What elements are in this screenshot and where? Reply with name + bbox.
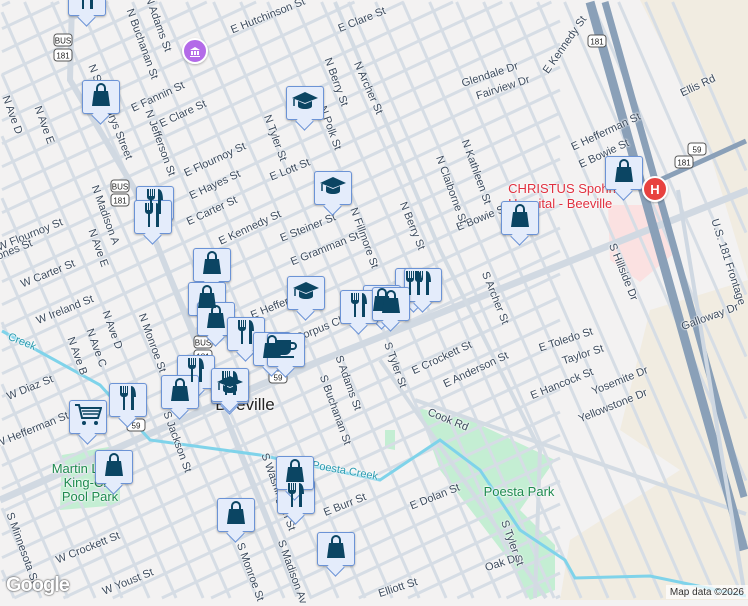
route-shield: 181 — [110, 193, 130, 207]
svg-text:181: 181 — [56, 52, 70, 61]
shopping-pin[interactable] — [95, 450, 133, 484]
restaurant-icon — [285, 482, 307, 513]
shopping-icon — [614, 158, 634, 188]
shopping-icon — [226, 500, 246, 530]
google-logo[interactable]: Google — [6, 574, 70, 596]
svg-text:BUS: BUS — [112, 183, 128, 192]
grocery-icon — [74, 403, 103, 432]
street — [1, 0, 306, 146]
shopping-pin[interactable] — [605, 156, 643, 190]
shopping-icon — [170, 377, 190, 407]
restaurant-pin[interactable] — [109, 383, 147, 417]
restaurant-pin[interactable] — [68, 0, 106, 16]
school-icon — [319, 176, 347, 201]
svg-text:59: 59 — [132, 422, 141, 431]
svg-text:59: 59 — [693, 146, 702, 155]
svg-text:59: 59 — [274, 374, 283, 383]
shopping-icon — [104, 452, 124, 482]
museum-icon[interactable] — [182, 38, 208, 64]
cafe-icon — [273, 337, 299, 364]
shopping-pin[interactable] — [217, 498, 255, 532]
shopping-icon — [91, 82, 111, 112]
map-attribution[interactable]: Map data ©2026 — [665, 585, 748, 599]
shopping-pin[interactable] — [82, 80, 120, 114]
route-shield: BUS — [53, 33, 73, 47]
restaurant-icon — [412, 270, 434, 301]
restaurant-pin[interactable] — [134, 200, 172, 234]
school-pin[interactable] — [286, 86, 324, 120]
school-pin[interactable] — [287, 276, 325, 310]
shopping-icon — [510, 203, 530, 233]
shopping-icon — [326, 534, 346, 564]
shopping-pin[interactable] — [501, 201, 539, 235]
hospital-icon[interactable]: H — [642, 176, 668, 202]
shopping-pin[interactable] — [193, 248, 231, 282]
shopping-icon — [381, 289, 401, 319]
street — [555, 594, 561, 600]
shopping-icon — [206, 304, 226, 334]
svg-text:BUS: BUS — [55, 37, 71, 46]
route-shield: 181 — [587, 34, 607, 48]
shopping-pin[interactable] — [317, 532, 355, 566]
route-shield: 59 — [687, 142, 707, 156]
shopping-icon — [202, 250, 222, 280]
street — [1, 0, 11, 8]
restaurant-icon — [219, 370, 241, 401]
svg-text:181: 181 — [677, 159, 691, 168]
restaurant-icon — [142, 202, 164, 233]
cafe-pin[interactable] — [267, 333, 305, 367]
school-icon — [291, 91, 319, 116]
school-icon — [292, 281, 320, 306]
school-pin[interactable] — [314, 171, 352, 205]
svg-text:181: 181 — [590, 38, 604, 47]
route-shield: 181 — [53, 48, 73, 62]
restaurant-icon — [117, 385, 139, 416]
restaurant-icon — [348, 292, 370, 323]
grocery-pin[interactable] — [69, 400, 107, 434]
route-shield: 181 — [674, 155, 694, 169]
restaurant-icon — [76, 0, 98, 15]
route-shield: BUS — [110, 179, 130, 193]
svg-text:181: 181 — [113, 197, 127, 206]
